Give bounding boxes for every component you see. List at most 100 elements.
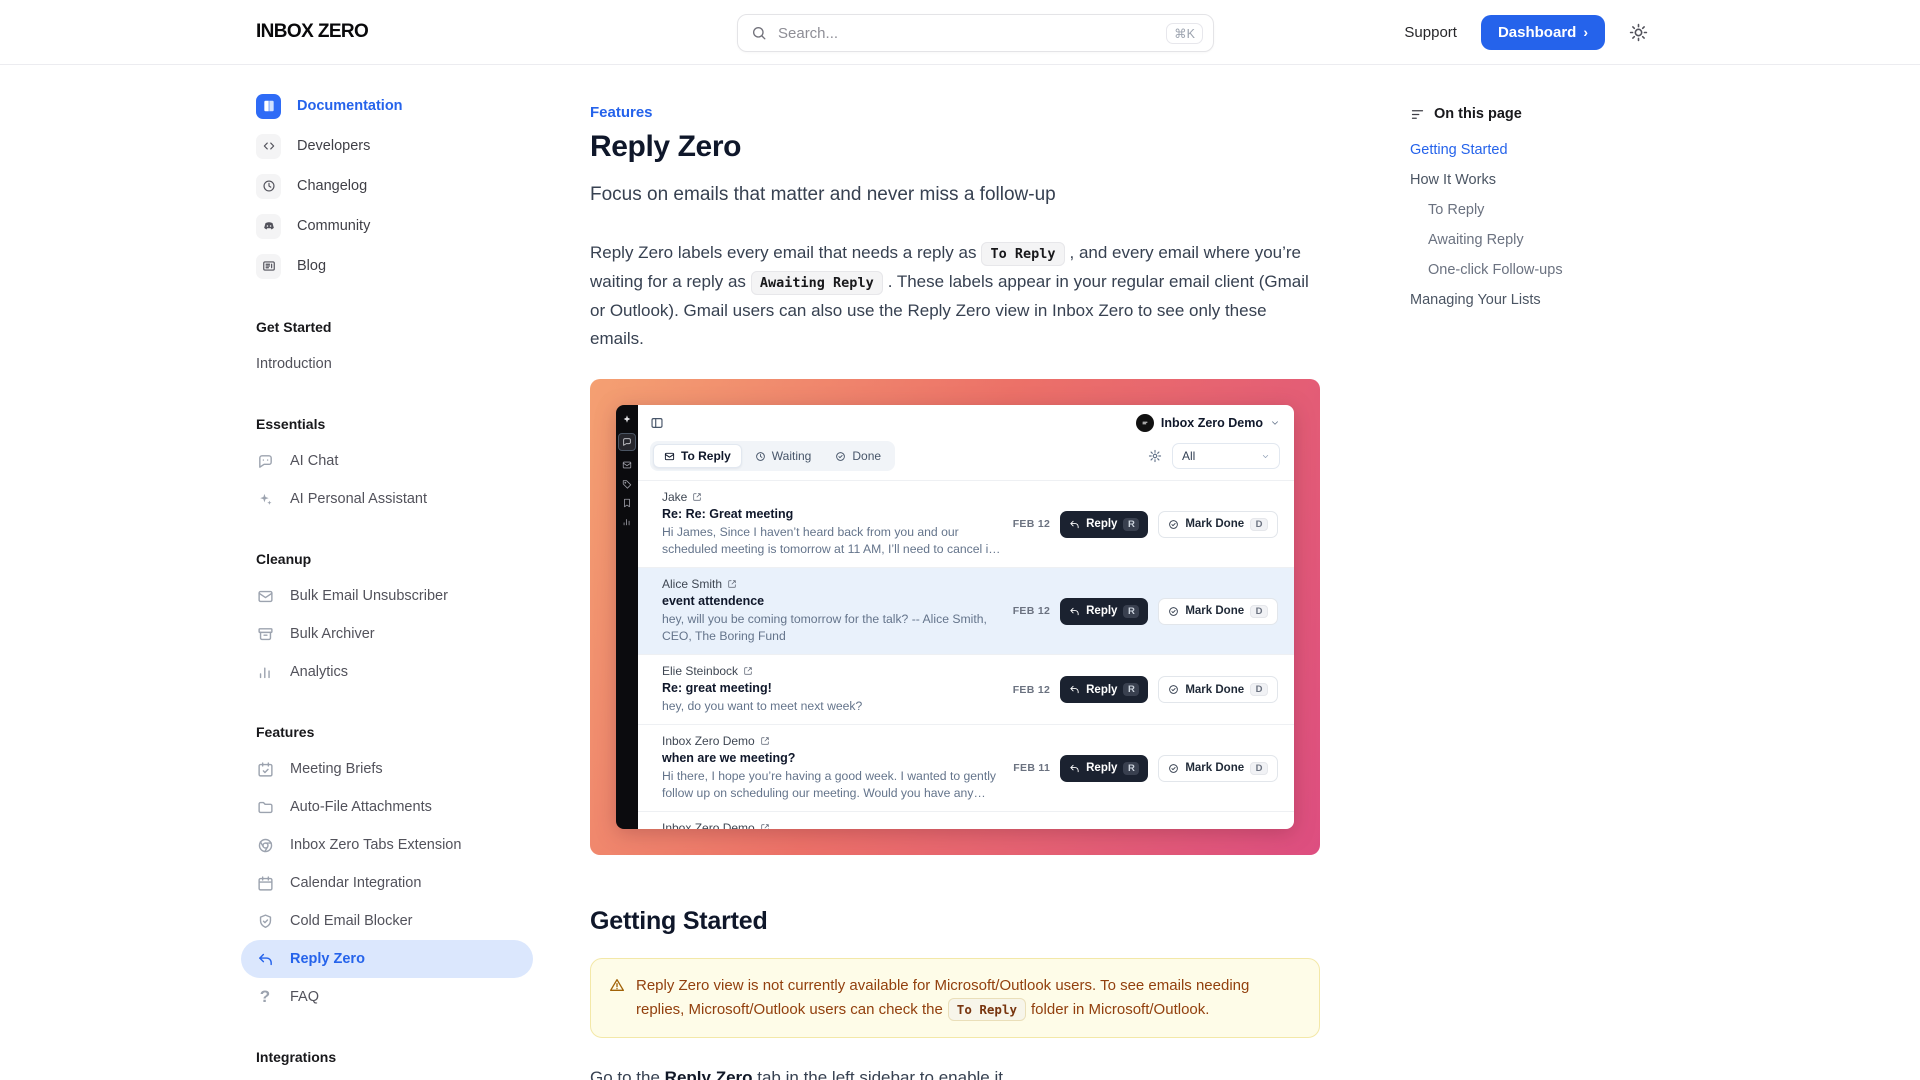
sidebar-item-ai-chat[interactable]: AI Chat (241, 442, 533, 480)
sidebar-item-label: Introduction (256, 356, 332, 372)
sidebar-toggle-icon (650, 416, 664, 430)
sparkles-icon (256, 491, 274, 508)
email-text: Jake Re: Re: Great meeting Hi James, Sin… (662, 490, 1001, 558)
sidebar-item-label: Analytics (290, 664, 348, 680)
sidebar-section-title: Features (256, 716, 518, 748)
to-reply-code-chip: To Reply (948, 998, 1026, 1021)
demo-email-row: Inbox Zero Demo Re: Re: great speaking H… (638, 812, 1294, 829)
enable-instruction: Go to the Reply Zero tab in the left sid… (590, 1068, 1320, 1080)
demo-toolbar-right: All (1148, 443, 1280, 469)
sidebar-item-meeting-briefs[interactable]: Meeting Briefs (241, 750, 533, 788)
sidebar-item-faq[interactable]: ? FAQ (241, 978, 533, 1016)
reply-button-label: Reply (1086, 762, 1117, 774)
support-link[interactable]: Support (1404, 24, 1457, 41)
email-snippet: hey, do you want to meet next week? (662, 698, 1001, 715)
toc-item-to-reply[interactable]: To Reply (1410, 202, 1680, 218)
demo-left-rail (616, 405, 638, 829)
history-icon (256, 174, 281, 199)
rail-chart-icon (622, 517, 632, 527)
check-circle-icon (1168, 606, 1179, 617)
sidebar-item-analytics[interactable]: Analytics (241, 653, 533, 691)
mark-done-button: Mark DoneD (1158, 511, 1278, 538)
reply-icon (1069, 519, 1080, 530)
demo-email-row: Inbox Zero Demo when are we meeting? Hi … (638, 725, 1294, 812)
done-shortcut-key: D (1250, 762, 1268, 775)
warning-callout: Reply Zero view is not currently availab… (590, 958, 1320, 1038)
sidebar-item-label: Calendar Integration (290, 875, 421, 891)
intro-paragraph: Reply Zero labels every email that needs… (590, 239, 1320, 353)
sidebar-item-label: Cold Email Blocker (290, 913, 413, 929)
toc-item-managing-your-lists[interactable]: Managing Your Lists (1410, 292, 1680, 308)
reply-button: ReplyR (1060, 755, 1148, 782)
page-title: Reply Zero (590, 130, 1320, 164)
breadcrumb-category[interactable]: Features (590, 104, 1320, 121)
sidebar-item-blog[interactable]: Blog (256, 246, 518, 286)
sidebar-item-bulk-email-unsubscriber[interactable]: Bulk Email Unsubscriber (241, 577, 533, 615)
sidebar-item-label: Bulk Email Unsubscriber (290, 588, 448, 604)
demo-tab-group: To Reply Waiting (650, 441, 895, 471)
email-sender-line: Alice Smith (662, 577, 1001, 591)
external-link-icon (692, 492, 702, 502)
sidebar-item-developers[interactable]: Developers (256, 126, 518, 166)
sidebar-item-label: Blog (297, 258, 326, 274)
chevron-down-icon (1261, 452, 1270, 461)
chrome-icon (256, 837, 274, 854)
mark-done-button-label: Mark Done (1185, 684, 1244, 696)
reply-icon (1069, 763, 1080, 774)
rail-bookmark-icon (622, 498, 632, 508)
reply-zero-link[interactable]: Reply Zero (665, 1068, 753, 1080)
rail-mail-icon (622, 460, 632, 470)
toc-item-getting-started[interactable]: Getting Started (1410, 142, 1680, 158)
rail-tag-icon (622, 479, 632, 489)
sidebar-item-reply-zero[interactable]: Reply Zero (241, 940, 533, 978)
archive-icon (256, 626, 274, 643)
dashboard-button[interactable]: Dashboard › (1481, 15, 1605, 50)
demo-filter-dropdown: All (1172, 443, 1280, 469)
reply-button: ReplyR (1060, 511, 1148, 538)
toc-item-one-click-follow-ups[interactable]: One-click Follow-ups (1410, 262, 1680, 278)
demo-tab-label: Done (852, 449, 881, 463)
email-controls: FEB 12 ReplyR Mark DoneD (1013, 598, 1278, 625)
calendar-icon (256, 875, 274, 892)
toc-title-label: On this page (1434, 106, 1522, 122)
question-icon: ? (256, 987, 274, 1007)
sidebar-section-integrations: Integrations (256, 1041, 518, 1073)
sidebar-item-documentation[interactable]: Documentation (256, 86, 518, 126)
email-controls: FEB 12 ReplyR Mark DoneD (1013, 511, 1278, 538)
toc-header: On this page (1410, 106, 1680, 122)
search-input[interactable] (776, 24, 1157, 43)
sidebar-item-auto-file-attachments[interactable]: Auto-File Attachments (241, 788, 533, 826)
sidebar-item-cold-email-blocker[interactable]: Cold Email Blocker (241, 902, 533, 940)
sidebar-item-ai-personal-assistant[interactable]: AI Personal Assistant (241, 480, 533, 518)
check-circle-icon (1168, 519, 1179, 530)
sidebar-item-community[interactable]: Community (256, 206, 518, 246)
toc-item-how-it-works[interactable]: How It Works (1410, 172, 1680, 188)
sidebar-section-title: Integrations (256, 1041, 518, 1073)
toc-item-awaiting-reply[interactable]: Awaiting Reply (1410, 232, 1680, 248)
dashboard-button-label: Dashboard (1498, 24, 1576, 41)
demo-email-row: Jake Re: Re: Great meeting Hi James, Sin… (638, 481, 1294, 568)
email-subject: Re: Re: Great meeting (662, 507, 1001, 521)
reply-shortcut-key: R (1123, 683, 1139, 696)
top-navbar: INBOX ZERO ⌘K Support Dashboard › (0, 0, 1920, 65)
check-circle-icon (1168, 684, 1179, 695)
sidebar-item-changelog[interactable]: Changelog (256, 166, 518, 206)
email-date: FEB 12 (1013, 684, 1050, 696)
sidebar-item-inbox-zero-tabs-extension[interactable]: Inbox Zero Tabs Extension (241, 826, 533, 864)
mark-done-button-label: Mark Done (1185, 605, 1244, 617)
search-bar[interactable]: ⌘K (737, 14, 1214, 52)
demo-header: Inbox Zero Demo (638, 405, 1294, 437)
email-snippet: Hi James, Since I haven’t heard back fro… (662, 524, 1001, 558)
email-subject: when are we meeting? (662, 751, 1001, 765)
demo-tab-waiting: Waiting (744, 444, 823, 468)
demo-tab-label: Waiting (772, 449, 812, 463)
theme-toggle-sun-icon[interactable] (1629, 23, 1648, 42)
sidebar-section-essentials: Essentials AI Chat AI Personal Assistant (256, 408, 518, 518)
email-controls: FEB 11 ReplyR Mark DoneD (1013, 755, 1278, 782)
sidebar-item-bulk-archiver[interactable]: Bulk Archiver (241, 615, 533, 653)
demo-account-name: Inbox Zero Demo (1161, 416, 1263, 430)
inbox-zero-logo[interactable]: INBOX ZERO (256, 0, 368, 64)
sidebar-item-introduction[interactable]: Introduction (241, 345, 533, 383)
sidebar-item-calendar-integration[interactable]: Calendar Integration (241, 864, 533, 902)
rail-logo-sparkle-icon (622, 414, 632, 424)
